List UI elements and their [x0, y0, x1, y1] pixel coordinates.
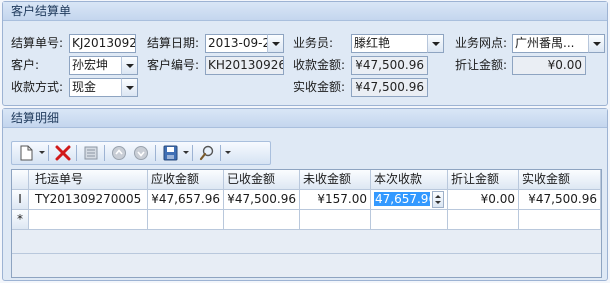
- new-row-indicator: *: [12, 210, 29, 230]
- header-indicator-cell: [12, 170, 29, 190]
- payment-method-dropdown[interactable]: [121, 78, 138, 97]
- move-down-icon[interactable]: [132, 145, 150, 161]
- branch-label: 业务网点:: [455, 36, 508, 50]
- settle-date-label: 结算日期:: [147, 36, 200, 50]
- discount-label: 折让金额:: [455, 58, 508, 72]
- receivable-label: 收款金额:: [293, 58, 346, 72]
- detail-toolbar: [11, 141, 271, 165]
- column-header-received[interactable]: 已收金额: [224, 170, 300, 190]
- new-row-cell[interactable]: [148, 210, 224, 230]
- salesman-dropdown[interactable]: [427, 34, 444, 53]
- branch-dropdown[interactable]: [588, 34, 605, 53]
- detail-grid: 托运单号 应收金额 已收金额 未收金额 本次收款 折让金额 实收金额 I TY2…: [11, 169, 602, 278]
- save-icon[interactable]: [162, 145, 180, 161]
- current-payment-input[interactable]: 47,657.96: [374, 192, 430, 206]
- customer-dropdown[interactable]: [121, 56, 138, 75]
- receivable-field: ¥47,500.96: [351, 56, 428, 75]
- cell-receivable[interactable]: ¥47,657.96: [148, 190, 224, 210]
- toolbar-overflow-arrow-icon[interactable]: [225, 151, 231, 154]
- toolbar-separator: [155, 145, 156, 161]
- settle-date-field[interactable]: 2013-09-2: [205, 34, 268, 53]
- delete-x-icon[interactable]: [54, 145, 72, 161]
- new-row-cell[interactable]: [519, 210, 601, 230]
- panel-title: 客户结算单: [3, 2, 607, 21]
- discount-field: ¥0.00: [512, 56, 586, 75]
- cell-current-payment-editor[interactable]: 47,657.96: [371, 190, 448, 210]
- save-dropdown-arrow-icon[interactable]: [183, 151, 189, 154]
- move-up-icon[interactable]: [110, 145, 128, 161]
- grid-footer-divider: [12, 253, 601, 254]
- spin-button[interactable]: [432, 191, 444, 208]
- toolbar-separator: [192, 145, 193, 161]
- toolbar-separator: [76, 145, 77, 161]
- customer-settlement-panel: 客户结算单 结算单号: KJ2013092 结算日期: 2013-09-2 业务…: [2, 1, 608, 106]
- settle-no-label: 结算单号:: [11, 36, 64, 50]
- settle-no-field[interactable]: KJ2013092: [69, 34, 136, 53]
- customer-no-field: KH201309260: [205, 56, 284, 75]
- toolbar-separator: [220, 145, 221, 161]
- actual-label: 实收金额:: [293, 80, 346, 94]
- branch-field[interactable]: 广州番禺...: [512, 34, 589, 53]
- new-row-cell[interactable]: [224, 210, 300, 230]
- column-header-actual[interactable]: 实收金额: [519, 170, 601, 190]
- new-row-cell[interactable]: [300, 210, 371, 230]
- column-header-waybill-no[interactable]: 托运单号: [29, 170, 148, 190]
- salesman-label: 业务员:: [293, 36, 334, 50]
- grid-header-row: 托运单号 应收金额 已收金额 未收金额 本次收款 折让金额 实收金额: [12, 170, 601, 190]
- customer-field[interactable]: 孙宏坤: [69, 56, 122, 75]
- new-row-cell[interactable]: [371, 210, 448, 230]
- detail-panel-title: 结算明细: [3, 109, 607, 128]
- toolbar-separator: [48, 145, 49, 161]
- settle-date-dropdown[interactable]: [267, 34, 284, 53]
- new-row-cell[interactable]: [448, 210, 519, 230]
- new-document-icon[interactable]: [18, 145, 36, 161]
- new-dropdown-arrow-icon[interactable]: [39, 151, 45, 154]
- table-row[interactable]: I TY201309270005 ¥47,657.96 ¥47,500.96 ¥…: [12, 190, 601, 210]
- payment-method-label: 收款方式:: [11, 80, 64, 94]
- column-header-receivable[interactable]: 应收金额: [148, 170, 224, 190]
- customer-no-label: 客户编号:: [147, 58, 200, 72]
- cell-unreceived[interactable]: ¥157.00: [300, 190, 371, 210]
- new-row[interactable]: *: [12, 210, 601, 230]
- salesman-field[interactable]: 滕红艳: [351, 34, 428, 53]
- actual-field: ¥47,500.96: [351, 78, 428, 97]
- new-row-cell[interactable]: [29, 210, 148, 230]
- cell-received[interactable]: ¥47,500.96: [224, 190, 300, 210]
- spin-up-icon[interactable]: [435, 195, 441, 198]
- column-header-current-payment[interactable]: 本次收款: [371, 170, 448, 190]
- row-indicator: I: [12, 190, 29, 210]
- clear-icon[interactable]: [82, 145, 100, 161]
- settlement-detail-panel: 结算明细 托运单号 应收金额 已收金额 未收金额 本次收款 折让金额 实收金额 …: [2, 108, 608, 281]
- toolbar-separator: [104, 145, 105, 161]
- spin-down-icon[interactable]: [435, 201, 441, 204]
- cell-actual[interactable]: ¥47,500.96: [519, 190, 601, 210]
- cell-discount[interactable]: ¥0.00: [448, 190, 519, 210]
- payment-method-field[interactable]: 现金: [69, 78, 122, 97]
- search-icon[interactable]: [198, 145, 216, 161]
- cell-waybill-no[interactable]: TY201309270005: [29, 190, 148, 210]
- column-header-discount[interactable]: 折让金额: [448, 170, 519, 190]
- customer-label: 客户:: [11, 58, 40, 72]
- column-header-unreceived[interactable]: 未收金额: [300, 170, 371, 190]
